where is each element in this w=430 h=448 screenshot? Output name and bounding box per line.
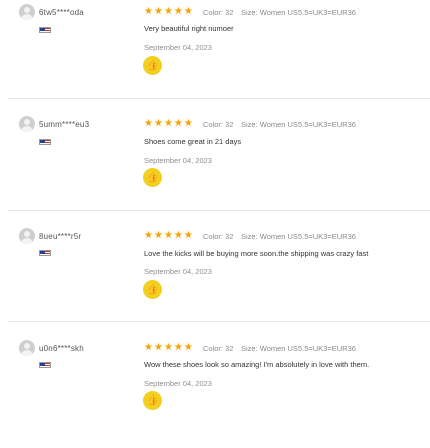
star-icon: ★ [144,118,154,129]
star-icon: ★ [144,230,154,241]
star-icon: ★ [163,342,174,353]
reviewer-username: 5umm****eu3 [39,120,90,129]
star-icon: ★ [173,342,184,353]
star-icon: ★ [183,6,194,17]
thumbs-up-icon: 👍 [146,172,159,183]
country-flag-icon [39,250,51,256]
review-item: 6tw5****oda ★★★★★ Color: 32 Size: Women … [0,0,430,112]
avatar [19,116,35,132]
star-icon: ★ [144,6,154,17]
star-icon: ★ [153,230,164,241]
country-flag-icon [39,139,51,145]
avatar [19,228,35,244]
star-icon: ★ [173,230,184,241]
divider [8,210,430,211]
divider [8,321,430,322]
country-flag-icon [39,27,51,33]
star-icon: ★ [163,6,174,17]
review-date: September 04, 2023 [144,379,212,388]
star-rating: ★★★★★ [144,119,194,129]
review-item: 8ueu****r5r ★★★★★ Color: 32 Size: Women … [0,224,430,336]
review-text: Wow these shoes look so amazing! I'm abs… [144,360,370,369]
review-date: September 04, 2023 [144,43,212,52]
review-date: September 04, 2023 [144,156,212,165]
review-item: u0n6****skh ★★★★★ Color: 32 Size: Women … [0,336,430,448]
helpful-like-button[interactable]: 👍 [143,280,162,299]
star-icon: ★ [183,118,194,129]
star-icon: ★ [144,342,154,353]
avatar [19,4,35,20]
star-rating: ★★★★★ [144,7,194,17]
helpful-like-button[interactable]: 👍 [143,391,162,410]
thumbs-up-icon: 👍 [146,284,159,295]
variant-color: Color: 32 [203,120,234,129]
star-icon: ★ [153,6,164,17]
star-icon: ★ [183,342,194,353]
helpful-like-button[interactable]: 👍 [143,56,162,75]
review-list: 6tw5****oda ★★★★★ Color: 32 Size: Women … [0,0,430,416]
helpful-like-button[interactable]: 👍 [143,168,162,187]
country-flag-icon [39,362,51,368]
star-icon: ★ [183,230,194,241]
star-icon: ★ [173,6,184,17]
variant-size: Size: Women US5.5=UK3=EUR36 [241,232,356,241]
star-icon: ★ [163,118,174,129]
review-text: Shoes come great in 21 days [144,137,242,146]
reviewer-username: 8ueu****r5r [39,232,82,241]
star-icon: ★ [153,118,164,129]
star-icon: ★ [163,230,174,241]
variant-size: Size: Women US5.5=UK3=EUR36 [241,120,356,129]
reviewer-username: u0n6****skh [39,344,84,353]
thumbs-up-icon: 👍 [146,395,159,406]
star-icon: ★ [153,342,164,353]
variant-size: Size: Women US5.5=UK3=EUR36 [241,8,356,17]
review-text: Love the kicks will be buying more soon.… [144,249,369,258]
review-text: Very beautiful right numoer [144,24,234,33]
star-rating: ★★★★★ [144,343,194,353]
review-item: 5umm****eu3 ★★★★★ Color: 32 Size: Women … [0,112,430,224]
review-date: September 04, 2023 [144,267,212,276]
variant-color: Color: 32 [203,8,234,17]
variant-size: Size: Women US5.5=UK3=EUR36 [241,344,356,353]
variant-color: Color: 32 [203,232,234,241]
star-icon: ★ [173,118,184,129]
reviewer-username: 6tw5****oda [39,8,84,17]
thumbs-up-icon: 👍 [146,60,159,71]
variant-color: Color: 32 [203,344,234,353]
star-rating: ★★★★★ [144,231,194,241]
avatar [19,340,35,356]
divider [8,98,430,99]
